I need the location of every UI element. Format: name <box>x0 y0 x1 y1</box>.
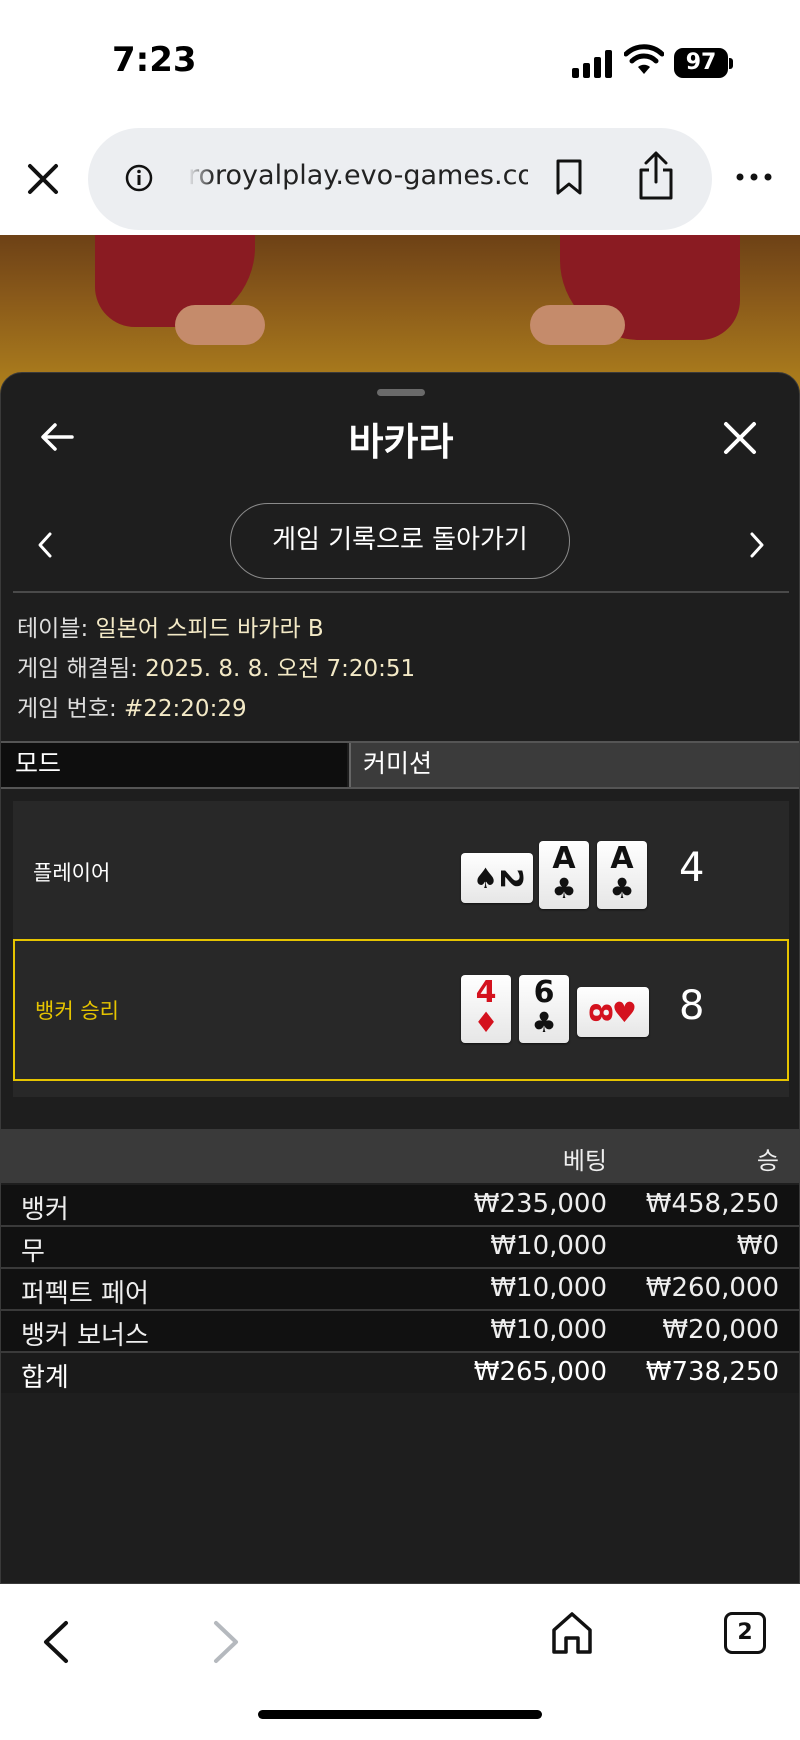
player-card-1: ♠ 2 <box>461 853 533 903</box>
banker-card-1: 4 ♦ <box>461 975 511 1043</box>
live-video-background <box>0 235 800 395</box>
banker-card-suit: ♦ <box>473 1006 499 1039</box>
game-history-panel: 바카라 게임 기록으로 돌아가기 테이블: 일본어 스피드 바카라 B 게임 해… <box>0 372 800 1584</box>
game-number-value: #22:20:29 <box>124 696 247 722</box>
player-card-rank: A <box>610 841 634 876</box>
bet-row: 무 ₩10,000 ₩0 <box>1 1227 799 1269</box>
banker-card-rank: 8 <box>581 1001 617 1023</box>
win-column-header: 승 <box>756 1147 779 1175</box>
signal-icon <box>572 50 612 78</box>
game-number-label: 게임 번호: <box>17 696 125 722</box>
player-hand: 플레이어 ♠ 2 A ♣ A ♣ 4 <box>13 801 789 937</box>
tab-commission[interactable]: 커미션 <box>349 743 799 787</box>
more-icon[interactable] <box>736 172 772 182</box>
banker-card-rank: 4 <box>475 975 497 1010</box>
tabs-icon[interactable]: 2 <box>724 1612 766 1654</box>
bet-row: 뱅커 ₩235,000 ₩458,250 <box>1 1185 799 1227</box>
player-card-suit: ♣ <box>609 872 635 905</box>
player-cards: ♠ 2 A ♣ A ♣ <box>461 841 661 911</box>
status-bar: 7:23 97 <box>0 0 800 120</box>
chevron-right-icon[interactable] <box>747 531 767 559</box>
wifi-icon <box>624 44 664 74</box>
resolved-value: 2025. 8. 8. 오전 7:20:51 <box>145 656 416 682</box>
player-card-suit: ♣ <box>551 872 577 905</box>
banker-label: 뱅커 승리 <box>35 999 119 1023</box>
bet-amount: ₩10,000 <box>490 1315 607 1345</box>
total-label: 합계 <box>21 1363 69 1393</box>
banker-card-3: 8 ♥ <box>577 987 649 1037</box>
drag-handle[interactable] <box>377 389 425 396</box>
total-win: ₩738,250 <box>645 1357 779 1387</box>
url-fade <box>188 160 214 200</box>
bet-label: 뱅커 <box>21 1195 69 1225</box>
banker-cards: 4 ♦ 6 ♣ 8 ♥ <box>461 975 661 1045</box>
chevron-right-icon[interactable] <box>210 1620 242 1664</box>
battery-tip <box>729 58 733 69</box>
player-card-2: A ♣ <box>539 841 589 909</box>
game-number-info: 게임 번호: #22:20:29 <box>17 689 247 723</box>
dealer-hand-left <box>175 305 265 345</box>
player-score: 4 <box>679 845 705 891</box>
home-indicator <box>258 1710 542 1719</box>
win-amount: ₩20,000 <box>662 1315 779 1345</box>
banker-hand: 뱅커 승리 4 ♦ 6 ♣ 8 ♥ 8 <box>13 939 789 1081</box>
home-icon[interactable] <box>550 1610 594 1656</box>
bet-row: 뱅커 보너스 ₩10,000 ₩20,000 <box>1 1311 799 1353</box>
close-icon[interactable] <box>721 419 759 457</box>
status-time: 7:23 <box>112 40 197 80</box>
return-to-history-button[interactable]: 게임 기록으로 돌아가기 <box>230 503 570 579</box>
bet-amount: ₩235,000 <box>473 1189 607 1219</box>
chevron-left-icon[interactable] <box>35 531 55 559</box>
mode-tabs: 모드 커미션 <box>1 741 799 789</box>
win-amount: ₩0 <box>736 1231 779 1261</box>
player-card-rank: 2 <box>493 867 529 889</box>
resolved-label: 게임 해결됨: <box>17 656 146 682</box>
banker-card-2: 6 ♣ <box>519 975 569 1043</box>
player-card-3: A ♣ <box>597 841 647 909</box>
bet-column-header: 베팅 <box>562 1147 607 1175</box>
share-icon[interactable] <box>636 150 676 202</box>
banker-score: 8 <box>679 983 705 1029</box>
bookmark-icon[interactable] <box>554 158 584 196</box>
table-info: 테이블: 일본어 스피드 바카라 B <box>17 609 324 643</box>
table-label: 테이블: <box>17 616 96 642</box>
total-row: 합계 ₩265,000 ₩738,250 <box>1 1353 799 1393</box>
player-card-rank: A <box>552 841 576 876</box>
dealer-hand-right <box>530 305 625 345</box>
panel-title: 바카라 <box>348 420 454 464</box>
banker-card-rank: 6 <box>533 975 555 1010</box>
close-icon[interactable] <box>22 158 64 200</box>
tab-mode[interactable]: 모드 <box>1 743 347 787</box>
banker-card-suit: ♣ <box>531 1006 557 1039</box>
bet-label: 뱅커 보너스 <box>21 1321 149 1351</box>
win-amount: ₩260,000 <box>645 1273 779 1303</box>
info-icon[interactable] <box>124 163 154 193</box>
win-amount: ₩458,250 <box>645 1189 779 1219</box>
url-text[interactable]: roroyalplay.evo-games.com <box>188 160 528 191</box>
player-label: 플레이어 <box>33 861 111 885</box>
bet-label: 퍼펙트 페어 <box>21 1279 149 1309</box>
bet-label: 무 <box>21 1237 45 1267</box>
table-value: 일본어 스피드 바카라 B <box>95 616 324 642</box>
divider <box>13 591 789 593</box>
bets-header: 베팅 승 <box>1 1129 799 1183</box>
bet-amount: ₩10,000 <box>490 1273 607 1303</box>
browser-bottom-bar: 2 <box>0 1584 800 1740</box>
bet-amount: ₩10,000 <box>490 1231 607 1261</box>
hands-result: 플레이어 ♠ 2 A ♣ A ♣ 4 뱅커 승리 4 ♦ 6 ♣ 8 ♥ 8 <box>13 801 789 1097</box>
battery-indicator: 97 <box>674 48 728 78</box>
bet-row: 퍼펙트 페어 ₩10,000 ₩260,000 <box>1 1269 799 1311</box>
total-bet: ₩265,000 <box>473 1357 607 1387</box>
chevron-left-icon[interactable] <box>40 1620 72 1664</box>
resolved-info: 게임 해결됨: 2025. 8. 8. 오전 7:20:51 <box>17 649 415 683</box>
